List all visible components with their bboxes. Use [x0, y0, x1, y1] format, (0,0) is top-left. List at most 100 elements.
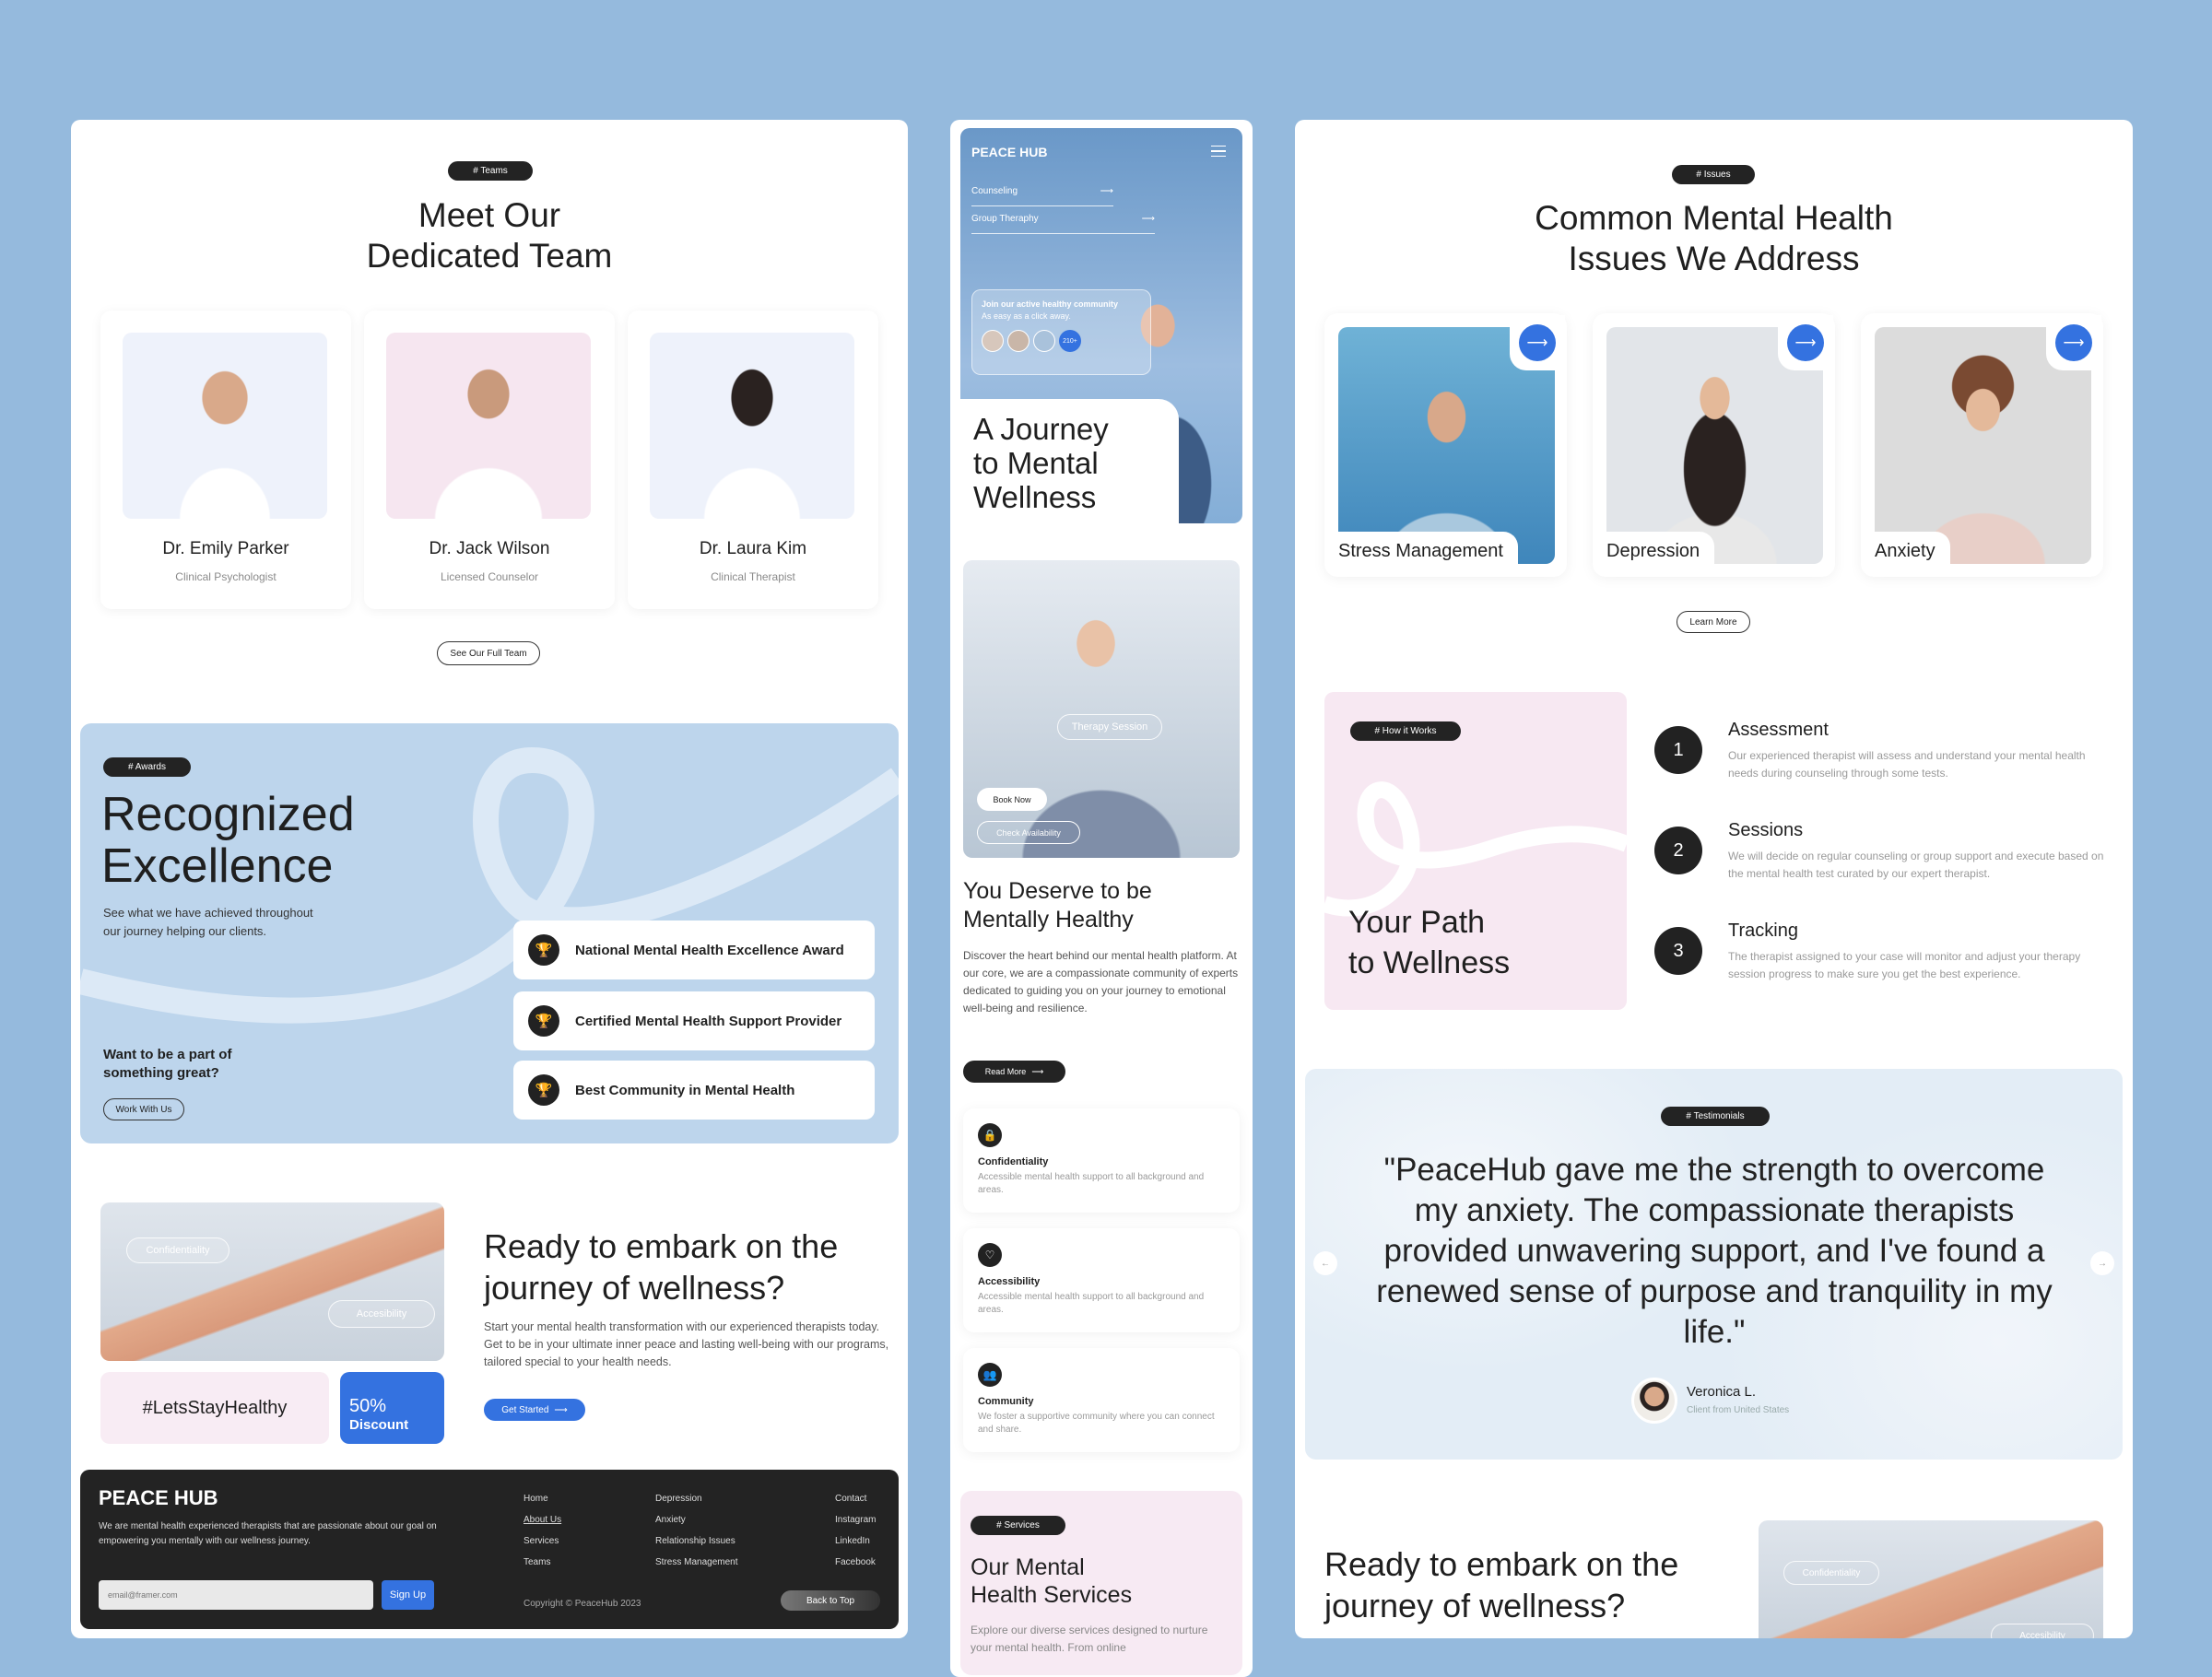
footer-link-services[interactable]: Services: [524, 1536, 561, 1546]
join-prompt: Want to be a part of something great?: [103, 1047, 232, 1081]
member-count: 210+: [1059, 330, 1081, 352]
arrow-right-icon: →: [2098, 1258, 2107, 1269]
back-to-top-button[interactable]: Back to Top: [781, 1590, 880, 1611]
testimonial-location: Client from United States: [1687, 1405, 1790, 1415]
hero-title-card: A Journey to Mental Wellness: [960, 399, 1179, 528]
teams-tag: # Teams: [448, 161, 533, 181]
email-input[interactable]: [99, 1580, 373, 1610]
discount-card: 50% Discount: [340, 1372, 444, 1444]
footer-link-about[interactable]: About Us: [524, 1515, 561, 1525]
services-body: Explore our diverse services designed to…: [971, 1624, 1208, 1654]
footer-link-facebook[interactable]: Facebook: [835, 1557, 876, 1567]
footer-link-instagram[interactable]: Instagram: [835, 1515, 876, 1525]
arrow-right-icon: ⟶: [554, 1404, 568, 1415]
award-item: 🏆 Certified Mental Health Support Provide…: [513, 991, 875, 1050]
member-name: Dr. Emily Parker: [162, 539, 289, 558]
avatar: [1007, 330, 1030, 352]
nav-counseling[interactable]: Counseling ⟶: [971, 186, 1113, 206]
services-tag: # Services: [971, 1516, 1065, 1535]
footer-link-stress[interactable]: Stress Management: [655, 1557, 738, 1567]
footer-logo: PEACE HUB: [99, 1486, 218, 1509]
cta-right-title: Ready to embark on the journey of wellne…: [1324, 1545, 1679, 1624]
get-started-button[interactable]: Get Started ⟶: [484, 1399, 585, 1421]
accessibility-tag: Accesibility: [328, 1300, 435, 1328]
sign-up-button[interactable]: Sign Up: [382, 1580, 434, 1610]
step-number: 3: [1654, 927, 1702, 975]
footer-link-relationship[interactable]: Relationship Issues: [655, 1536, 738, 1546]
step-desc: Our experienced therapist will assess an…: [1728, 749, 2086, 780]
hands-photo: [100, 1202, 444, 1361]
doctor-photo: [650, 333, 854, 519]
award-item: 🏆 Best Community in Mental Health: [513, 1061, 875, 1120]
next-button[interactable]: →: [2090, 1251, 2114, 1275]
award-item: 🏆 National Mental Health Excellence Award: [513, 921, 875, 979]
cta-title: Ready to embark on the journey of wellne…: [484, 1227, 839, 1307]
hashtag-card: #LetsStayHealthy: [100, 1372, 329, 1444]
footer-col-pages: Home About Us Services Teams: [524, 1494, 561, 1578]
panel-mask: [1295, 1638, 2133, 1659]
arrow-button[interactable]: ⟶: [1778, 315, 1833, 370]
member-role: Clinical Psychologist: [175, 570, 276, 583]
step-desc: The therapist assigned to your case will…: [1728, 950, 2081, 980]
work-with-us-button[interactable]: Work With Us: [103, 1098, 184, 1120]
footer-link-teams[interactable]: Teams: [524, 1557, 561, 1567]
check-availability-button[interactable]: Check Availability: [977, 821, 1080, 844]
arrow-right-icon: ⟶: [1100, 186, 1113, 196]
issue-card[interactable]: ⟶ Anxiety: [1861, 313, 2103, 577]
footer-link-contact[interactable]: Contact: [835, 1494, 876, 1504]
therapy-session-tag: Therapy Session: [1057, 714, 1162, 740]
feature-card: 👥 Community We foster a supportive communi…: [963, 1348, 1240, 1452]
deserve-title: You Deserve to be Mentally Healthy: [963, 878, 1152, 932]
prev-button[interactable]: ←: [1313, 1251, 1337, 1275]
member-role: Clinical Therapist: [711, 570, 795, 583]
see-full-team-button[interactable]: See Our Full Team: [437, 641, 540, 665]
member-name: Dr. Laura Kim: [699, 539, 807, 558]
footer-link-linkedin[interactable]: LinkedIn: [835, 1536, 876, 1546]
arrow-left-icon: ←: [1321, 1258, 1330, 1269]
footer-link-home[interactable]: Home: [524, 1494, 561, 1504]
step-title: Assessment: [1728, 720, 1829, 740]
step-title: Sessions: [1728, 820, 1804, 840]
member-name: Dr. Jack Wilson: [429, 539, 550, 558]
copyright: Copyright © PeaceHub 2023: [524, 1599, 641, 1609]
arrow-button[interactable]: ⟶: [1510, 315, 1565, 370]
issue-card[interactable]: ⟶ Stress Management: [1324, 313, 1567, 577]
read-more-button[interactable]: Read More ⟶: [963, 1061, 1065, 1083]
footer-link-anxiety[interactable]: Anxiety: [655, 1515, 738, 1525]
footer-col-social: Contact Instagram LinkedIn Facebook: [835, 1494, 876, 1578]
footer-link-depression[interactable]: Depression: [655, 1494, 738, 1504]
step-number: 1: [1654, 726, 1702, 774]
footer-about: We are mental health experienced therapi…: [99, 1521, 437, 1546]
book-now-button[interactable]: Book Now: [977, 788, 1047, 811]
issues-tag: # Issues: [1672, 165, 1755, 184]
trophy-icon: 🏆: [528, 1005, 559, 1037]
trophy-icon: 🏆: [528, 1074, 559, 1106]
nav-group-therapy[interactable]: Group Theraphy ⟶: [971, 214, 1155, 234]
step-desc: We will decide on regular counseling or …: [1728, 850, 2104, 880]
footer-col-issues: Depression Anxiety Relationship Issues S…: [655, 1494, 738, 1578]
arrow-button[interactable]: ⟶: [2046, 315, 2101, 370]
team-title: Meet Our Dedicated Team: [366, 196, 613, 275]
hero-logo: PEACE HUB: [971, 145, 1048, 159]
menu-icon[interactable]: [1211, 146, 1226, 157]
confidentiality-tag: Confidentiality: [1783, 1561, 1879, 1585]
arrow-right-icon: ⟶: [1519, 324, 1556, 361]
member-role: Licensed Counselor: [440, 570, 539, 583]
heart-pulse-icon: ♡: [978, 1243, 1002, 1267]
join-community-card[interactable]: Join our active healthy community As eas…: [971, 289, 1151, 375]
testimonial-name: Veronica L.: [1687, 1384, 1757, 1400]
avatar-group: 210+: [982, 330, 1141, 352]
people-icon: 👥: [978, 1363, 1002, 1387]
testimonial-quote: "PeaceHub gave me the strength to overco…: [1376, 1152, 2053, 1350]
learn-more-button[interactable]: Learn More: [1677, 611, 1750, 633]
services-title: Our Mental Health Services: [971, 1554, 1133, 1608]
cta-body: Start your mental health transformation …: [484, 1320, 889, 1368]
issue-card[interactable]: ⟶ Depression: [1593, 313, 1835, 577]
step-number: 2: [1654, 827, 1702, 874]
arrow-right-icon: ⟶: [1787, 324, 1824, 361]
lock-icon: 🔒: [978, 1123, 1002, 1147]
feature-card: 🔒 Confidentiality Accessible mental health…: [963, 1108, 1240, 1213]
avatar: [1631, 1378, 1677, 1424]
how-it-works-card: # How it Works Your Path to Wellness: [1324, 692, 1627, 1010]
issues-title: Common Mental Health Issues We Address: [1535, 199, 1893, 277]
